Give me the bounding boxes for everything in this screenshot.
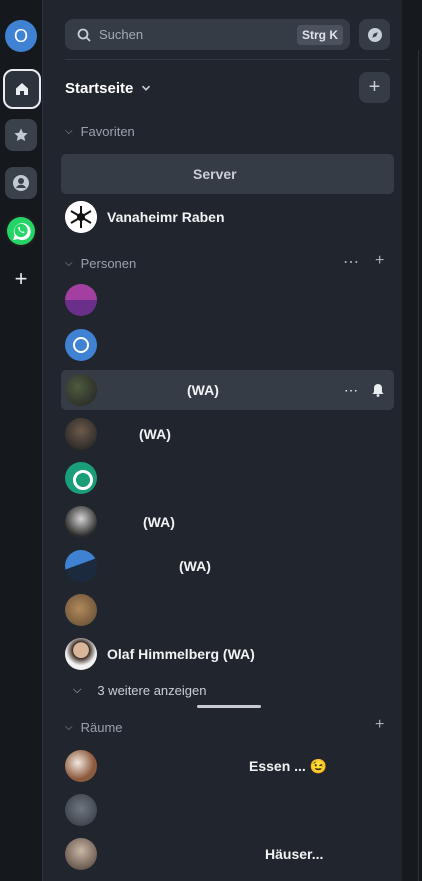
- avatar: [65, 418, 97, 450]
- room-list-panel: Suchen Strg K Startseite + ⌵ Favoriten S…: [43, 0, 401, 881]
- people-button[interactable]: [5, 167, 37, 199]
- search-input[interactable]: Suchen Strg K: [65, 19, 350, 50]
- avatar: [65, 838, 97, 870]
- avatar: [65, 201, 97, 233]
- avatar: [65, 158, 97, 190]
- section-title: Personen: [80, 255, 137, 271]
- list-item[interactable]: (WA) ⋯: [61, 370, 394, 410]
- room-name: Server: [193, 166, 237, 182]
- room-name: (WA): [187, 382, 219, 398]
- list-item[interactable]: (WA): [61, 414, 394, 454]
- room-name: Vanaheimr Raben: [107, 209, 225, 225]
- room-name: Häuser...: [265, 846, 324, 862]
- divider: [65, 59, 390, 60]
- show-more-button[interactable]: ⌵ 3 weitere anzeigen: [73, 680, 206, 700]
- room-name: (WA): [139, 426, 171, 442]
- chevron-down-icon: [142, 85, 151, 91]
- home-title-dropdown[interactable]: Startseite: [65, 77, 151, 99]
- room-name: Olaf Himmelberg (WA): [107, 646, 255, 662]
- raven-logo-icon: [65, 201, 97, 233]
- add-room-section-button[interactable]: +: [375, 716, 384, 734]
- more-options-icon[interactable]: ⋯: [344, 382, 358, 399]
- whatsapp-space-button[interactable]: [5, 215, 37, 247]
- list-item[interactable]: [61, 458, 394, 498]
- avatar: [65, 329, 97, 361]
- home-icon: [16, 83, 28, 95]
- room-name: (WA): [179, 558, 211, 574]
- list-item[interactable]: Vanaheimr Raben: [61, 197, 394, 237]
- list-item[interactable]: [61, 790, 394, 830]
- add-room-button[interactable]: +: [359, 72, 390, 103]
- avatar: [65, 794, 97, 826]
- add-space-button[interactable]: +: [5, 263, 37, 295]
- more-options-icon[interactable]: ⋯: [343, 252, 359, 272]
- section-title: Favoriten: [80, 123, 135, 139]
- compass-icon: [367, 27, 382, 42]
- timeline-edge: [402, 0, 422, 881]
- space-rail: O +: [0, 0, 43, 881]
- chevron-down-icon: ⌵: [65, 721, 73, 733]
- list-item[interactable]: Essen ... 😉: [61, 746, 394, 786]
- add-person-button[interactable]: +: [375, 252, 384, 270]
- list-item[interactable]: Olaf Himmelberg (WA): [61, 634, 394, 674]
- chevron-down-icon: ⌵: [65, 125, 73, 137]
- section-rooms-header[interactable]: ⌵ Räume: [65, 718, 123, 736]
- list-item[interactable]: Häuser...: [61, 834, 394, 874]
- avatar: [65, 284, 97, 316]
- avatar: [65, 374, 97, 406]
- divider: [418, 50, 419, 881]
- search-placeholder: Suchen: [99, 27, 144, 42]
- list-item[interactable]: (WA): [61, 546, 394, 586]
- search-shortcut-badge: Strg K: [297, 24, 343, 45]
- star-icon: [14, 128, 28, 141]
- avatar: [65, 638, 97, 670]
- bell-icon[interactable]: [372, 383, 384, 397]
- avatar: [65, 462, 97, 494]
- person-icon: [13, 175, 29, 191]
- section-people-header[interactable]: ⌵ Personen: [65, 254, 136, 272]
- avatar: [65, 506, 97, 538]
- chevron-down-icon: ⌵: [65, 257, 73, 269]
- room-name: Essen ... 😉: [249, 757, 328, 774]
- section-favorites-header[interactable]: ⌵ Favoriten: [65, 122, 135, 140]
- account-avatar[interactable]: O: [5, 20, 37, 52]
- avatar: [65, 594, 97, 626]
- search-icon: [77, 28, 91, 42]
- room-actions: ⋯: [344, 382, 384, 399]
- list-item[interactable]: [61, 590, 394, 630]
- avatar: [65, 550, 97, 582]
- list-item[interactable]: [61, 280, 394, 320]
- list-item[interactable]: (WA): [61, 502, 394, 542]
- whatsapp-icon: [7, 217, 35, 245]
- room-name: (WA): [143, 514, 175, 530]
- section-title: Räume: [80, 719, 123, 735]
- list-item[interactable]: [61, 325, 394, 365]
- show-more-label: 3 weitere anzeigen: [97, 682, 207, 698]
- explore-rooms-button[interactable]: [359, 19, 390, 50]
- resize-handle[interactable]: [197, 705, 261, 708]
- home-button[interactable]: [3, 69, 41, 109]
- list-item[interactable]: Server: [61, 154, 394, 194]
- chevron-down-icon: ⌵: [73, 683, 82, 696]
- avatar: [65, 750, 97, 782]
- page-title: Startseite: [65, 79, 134, 97]
- favorites-button[interactable]: [5, 119, 37, 151]
